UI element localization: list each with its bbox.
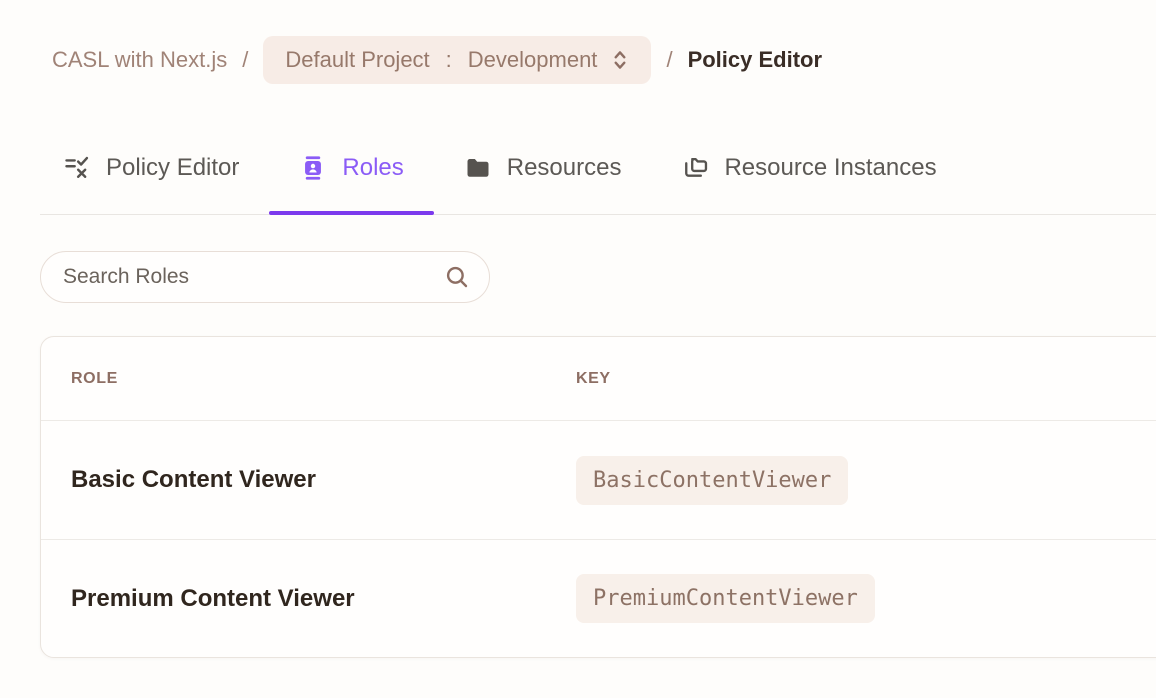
- tab-label: Policy Editor: [106, 154, 239, 182]
- role-key-cell: BasicContentViewer: [576, 456, 848, 505]
- environment-name: Development: [468, 47, 598, 73]
- project-environment-selector[interactable]: Default Project : Development: [263, 36, 651, 84]
- breadcrumb: CASL with Next.js / Default Project : De…: [52, 36, 1156, 84]
- tab-policy-editor[interactable]: Policy Editor: [40, 142, 269, 214]
- breadcrumb-separator: /: [666, 47, 672, 73]
- tab-label: Roles: [342, 154, 403, 182]
- search-container: [40, 251, 490, 303]
- breadcrumb-separator: /: [242, 47, 248, 73]
- role-key-cell: PremiumContentViewer: [576, 574, 875, 623]
- table-row[interactable]: Basic Content Viewer BasicContentViewer: [41, 421, 1156, 539]
- column-header-role: ROLE: [71, 370, 576, 388]
- role-key-badge: PremiumContentViewer: [576, 574, 875, 623]
- id-badge-icon: [299, 154, 327, 182]
- role-name: Premium Content Viewer: [71, 585, 576, 613]
- tab-label: Resource Instances: [724, 154, 936, 182]
- column-header-key: KEY: [576, 370, 1143, 388]
- breadcrumb-current-page: Policy Editor: [688, 47, 822, 73]
- policy-rules-icon: [63, 154, 91, 182]
- chevron-up-down-icon: [607, 47, 633, 73]
- project-env-divider: :: [446, 47, 452, 73]
- breadcrumb-root[interactable]: CASL with Next.js: [52, 47, 227, 73]
- role-name: Basic Content Viewer: [71, 466, 576, 494]
- tab-bar: Policy Editor Roles Resources: [40, 142, 1156, 215]
- roles-table: ROLE KEY Basic Content Viewer BasicConte…: [40, 336, 1156, 658]
- tab-resources[interactable]: Resources: [434, 142, 652, 214]
- folders-stack-icon: [681, 154, 709, 182]
- tab-roles[interactable]: Roles: [269, 142, 433, 214]
- table-row[interactable]: Premium Content Viewer PremiumContentVie…: [41, 539, 1156, 657]
- folder-icon: [464, 154, 492, 182]
- role-key-badge: BasicContentViewer: [576, 456, 848, 505]
- tab-resource-instances[interactable]: Resource Instances: [651, 142, 966, 214]
- project-name: Default Project: [285, 47, 429, 73]
- tab-label: Resources: [507, 154, 622, 182]
- search-roles-input[interactable]: [40, 251, 490, 303]
- table-header-row: ROLE KEY: [41, 337, 1156, 421]
